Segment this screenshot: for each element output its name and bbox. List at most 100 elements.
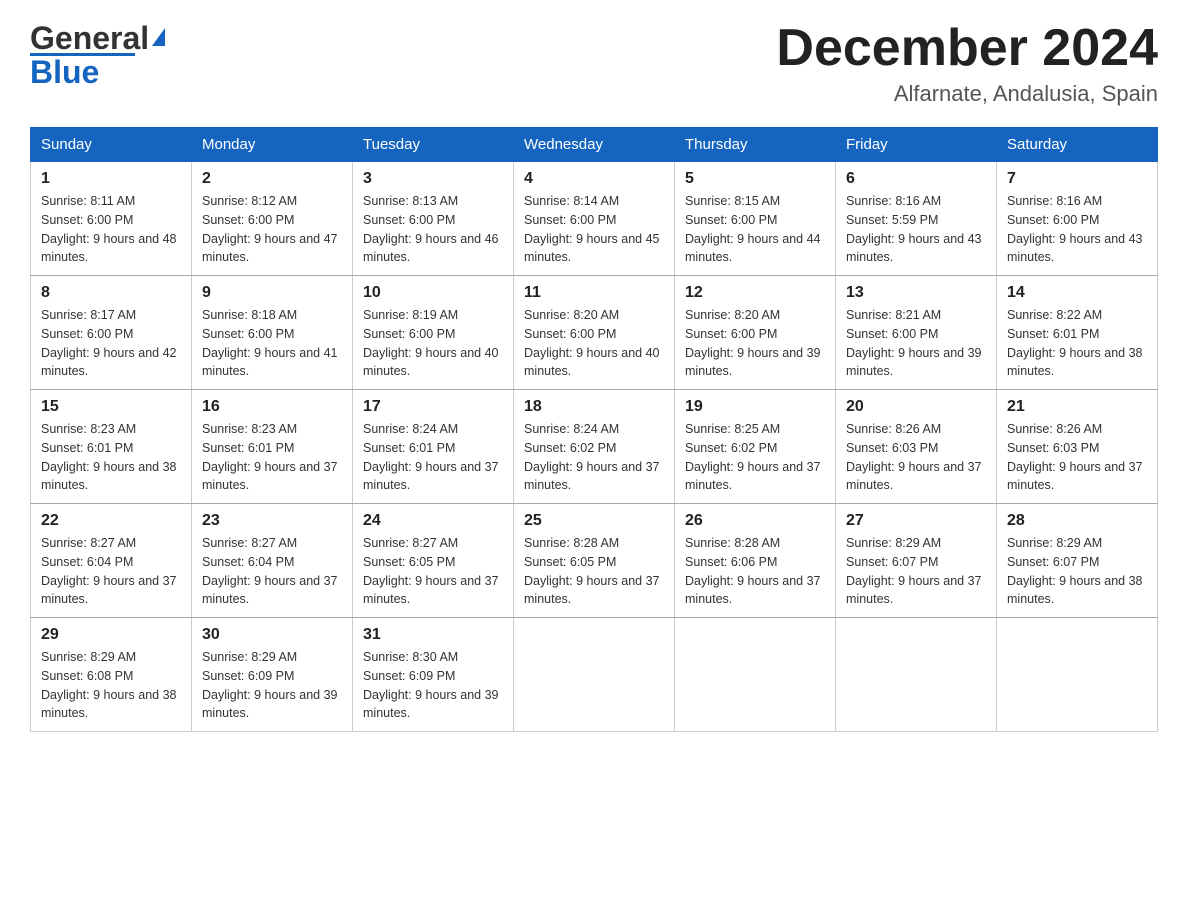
page-header: General Blue December 2024 Alfarnate, An… xyxy=(30,20,1158,107)
day-number: 18 xyxy=(524,398,664,416)
day-number: 16 xyxy=(202,398,342,416)
calendar-cell: 25 Sunrise: 8:28 AMSunset: 6:05 PMDayligh… xyxy=(514,504,675,618)
calendar-cell: 16 Sunrise: 8:23 AMSunset: 6:01 PMDayligh… xyxy=(192,390,353,504)
day-info: Sunrise: 8:18 AMSunset: 6:00 PMDaylight:… xyxy=(202,306,342,381)
logo-triangle-icon xyxy=(152,28,165,46)
weekday-header-monday: Monday xyxy=(192,128,353,162)
day-number: 2 xyxy=(202,170,342,188)
day-number: 11 xyxy=(524,284,664,302)
calendar-cell: 27 Sunrise: 8:29 AMSunset: 6:07 PMDayligh… xyxy=(836,504,997,618)
day-info: Sunrise: 8:29 AMSunset: 6:07 PMDaylight:… xyxy=(1007,534,1147,609)
calendar-cell: 10 Sunrise: 8:19 AMSunset: 6:00 PMDayligh… xyxy=(353,276,514,390)
calendar-cell: 1Sunrise: 8:11 AMSunset: 6:00 PMDaylight… xyxy=(31,162,192,276)
day-number: 20 xyxy=(846,398,986,416)
day-info: Sunrise: 8:11 AMSunset: 6:00 PMDaylight:… xyxy=(41,192,181,267)
calendar-cell: 9 Sunrise: 8:18 AMSunset: 6:00 PMDaylight… xyxy=(192,276,353,390)
calendar-cell: 2Sunrise: 8:12 AMSunset: 6:00 PMDaylight… xyxy=(192,162,353,276)
calendar-cell: 22 Sunrise: 8:27 AMSunset: 6:04 PMDayligh… xyxy=(31,504,192,618)
title-block: December 2024 Alfarnate, Andalusia, Spai… xyxy=(776,20,1158,107)
day-info: Sunrise: 8:21 AMSunset: 6:00 PMDaylight:… xyxy=(846,306,986,381)
month-title: December 2024 xyxy=(776,20,1158,77)
day-info: Sunrise: 8:20 AMSunset: 6:00 PMDaylight:… xyxy=(524,306,664,381)
day-info: Sunrise: 8:24 AMSunset: 6:02 PMDaylight:… xyxy=(524,420,664,495)
calendar-cell xyxy=(675,618,836,732)
day-info: Sunrise: 8:29 AMSunset: 6:07 PMDaylight:… xyxy=(846,534,986,609)
logo-blue: Blue xyxy=(30,54,99,91)
day-number: 31 xyxy=(363,626,503,644)
calendar-cell: 19 Sunrise: 8:25 AMSunset: 6:02 PMDayligh… xyxy=(675,390,836,504)
calendar-cell: 29Sunrise: 8:29 AMSunset: 6:08 PMDayligh… xyxy=(31,618,192,732)
day-info: Sunrise: 8:24 AMSunset: 6:01 PMDaylight:… xyxy=(363,420,503,495)
day-number: 30 xyxy=(202,626,342,644)
calendar-cell: 5 Sunrise: 8:15 AMSunset: 6:00 PMDaylight… xyxy=(675,162,836,276)
day-number: 6 xyxy=(846,170,986,188)
calendar-table: SundayMondayTuesdayWednesdayThursdayFrid… xyxy=(30,127,1158,732)
calendar-cell xyxy=(997,618,1158,732)
day-number: 15 xyxy=(41,398,181,416)
calendar-week-row: 15 Sunrise: 8:23 AMSunset: 6:01 PMDayligh… xyxy=(31,390,1158,504)
day-number: 8 xyxy=(41,284,181,302)
calendar-header-row: SundayMondayTuesdayWednesdayThursdayFrid… xyxy=(31,128,1158,162)
calendar-cell: 21 Sunrise: 8:26 AMSunset: 6:03 PMDayligh… xyxy=(997,390,1158,504)
calendar-week-row: 29Sunrise: 8:29 AMSunset: 6:08 PMDayligh… xyxy=(31,618,1158,732)
calendar-cell: 18 Sunrise: 8:24 AMSunset: 6:02 PMDayligh… xyxy=(514,390,675,504)
day-number: 13 xyxy=(846,284,986,302)
day-number: 10 xyxy=(363,284,503,302)
day-info: Sunrise: 8:26 AMSunset: 6:03 PMDaylight:… xyxy=(1007,420,1147,495)
calendar-cell: 17 Sunrise: 8:24 AMSunset: 6:01 PMDayligh… xyxy=(353,390,514,504)
day-number: 25 xyxy=(524,512,664,530)
day-info: Sunrise: 8:27 AMSunset: 6:05 PMDaylight:… xyxy=(363,534,503,609)
calendar-cell: 20 Sunrise: 8:26 AMSunset: 6:03 PMDayligh… xyxy=(836,390,997,504)
day-info: Sunrise: 8:17 AMSunset: 6:00 PMDaylight:… xyxy=(41,306,181,381)
day-info: Sunrise: 8:15 AMSunset: 6:00 PMDaylight:… xyxy=(685,192,825,267)
calendar-cell: 31 Sunrise: 8:30 AMSunset: 6:09 PMDayligh… xyxy=(353,618,514,732)
weekday-header-saturday: Saturday xyxy=(997,128,1158,162)
day-info: Sunrise: 8:28 AMSunset: 6:05 PMDaylight:… xyxy=(524,534,664,609)
calendar-week-row: 8 Sunrise: 8:17 AMSunset: 6:00 PMDaylight… xyxy=(31,276,1158,390)
logo-general: General xyxy=(30,20,149,57)
calendar-cell xyxy=(514,618,675,732)
day-number: 3 xyxy=(363,170,503,188)
calendar-week-row: 22 Sunrise: 8:27 AMSunset: 6:04 PMDayligh… xyxy=(31,504,1158,618)
day-number: 19 xyxy=(685,398,825,416)
day-number: 26 xyxy=(685,512,825,530)
weekday-header-wednesday: Wednesday xyxy=(514,128,675,162)
calendar-cell: 24 Sunrise: 8:27 AMSunset: 6:05 PMDayligh… xyxy=(353,504,514,618)
calendar-cell: 3Sunrise: 8:13 AMSunset: 6:00 PMDaylight… xyxy=(353,162,514,276)
calendar-cell: 30Sunrise: 8:29 AMSunset: 6:09 PMDayligh… xyxy=(192,618,353,732)
calendar-cell: 23Sunrise: 8:27 AMSunset: 6:04 PMDayligh… xyxy=(192,504,353,618)
calendar-cell: 7Sunrise: 8:16 AMSunset: 6:00 PMDaylight… xyxy=(997,162,1158,276)
day-info: Sunrise: 8:30 AMSunset: 6:09 PMDaylight:… xyxy=(363,648,503,723)
day-number: 22 xyxy=(41,512,181,530)
day-number: 14 xyxy=(1007,284,1147,302)
day-number: 21 xyxy=(1007,398,1147,416)
logo: General Blue xyxy=(30,20,165,91)
day-info: Sunrise: 8:25 AMSunset: 6:02 PMDaylight:… xyxy=(685,420,825,495)
calendar-cell: 8 Sunrise: 8:17 AMSunset: 6:00 PMDaylight… xyxy=(31,276,192,390)
weekday-header-thursday: Thursday xyxy=(675,128,836,162)
day-number: 24 xyxy=(363,512,503,530)
day-info: Sunrise: 8:26 AMSunset: 6:03 PMDaylight:… xyxy=(846,420,986,495)
day-info: Sunrise: 8:27 AMSunset: 6:04 PMDaylight:… xyxy=(41,534,181,609)
day-number: 28 xyxy=(1007,512,1147,530)
calendar-cell: 11 Sunrise: 8:20 AMSunset: 6:00 PMDayligh… xyxy=(514,276,675,390)
day-info: Sunrise: 8:28 AMSunset: 6:06 PMDaylight:… xyxy=(685,534,825,609)
calendar-cell: 13 Sunrise: 8:21 AMSunset: 6:00 PMDayligh… xyxy=(836,276,997,390)
calendar-cell: 14 Sunrise: 8:22 AMSunset: 6:01 PMDayligh… xyxy=(997,276,1158,390)
day-number: 27 xyxy=(846,512,986,530)
day-info: Sunrise: 8:20 AMSunset: 6:00 PMDaylight:… xyxy=(685,306,825,381)
day-number: 7 xyxy=(1007,170,1147,188)
day-info: Sunrise: 8:23 AMSunset: 6:01 PMDaylight:… xyxy=(202,420,342,495)
calendar-cell: 6Sunrise: 8:16 AMSunset: 5:59 PMDaylight… xyxy=(836,162,997,276)
day-number: 4 xyxy=(524,170,664,188)
calendar-week-row: 1Sunrise: 8:11 AMSunset: 6:00 PMDaylight… xyxy=(31,162,1158,276)
day-info: Sunrise: 8:19 AMSunset: 6:00 PMDaylight:… xyxy=(363,306,503,381)
day-number: 17 xyxy=(363,398,503,416)
location-title: Alfarnate, Andalusia, Spain xyxy=(776,81,1158,107)
day-info: Sunrise: 8:22 AMSunset: 6:01 PMDaylight:… xyxy=(1007,306,1147,381)
day-number: 5 xyxy=(685,170,825,188)
calendar-cell: 28 Sunrise: 8:29 AMSunset: 6:07 PMDayligh… xyxy=(997,504,1158,618)
day-info: Sunrise: 8:29 AMSunset: 6:08 PMDaylight:… xyxy=(41,648,181,723)
day-number: 9 xyxy=(202,284,342,302)
calendar-cell xyxy=(836,618,997,732)
